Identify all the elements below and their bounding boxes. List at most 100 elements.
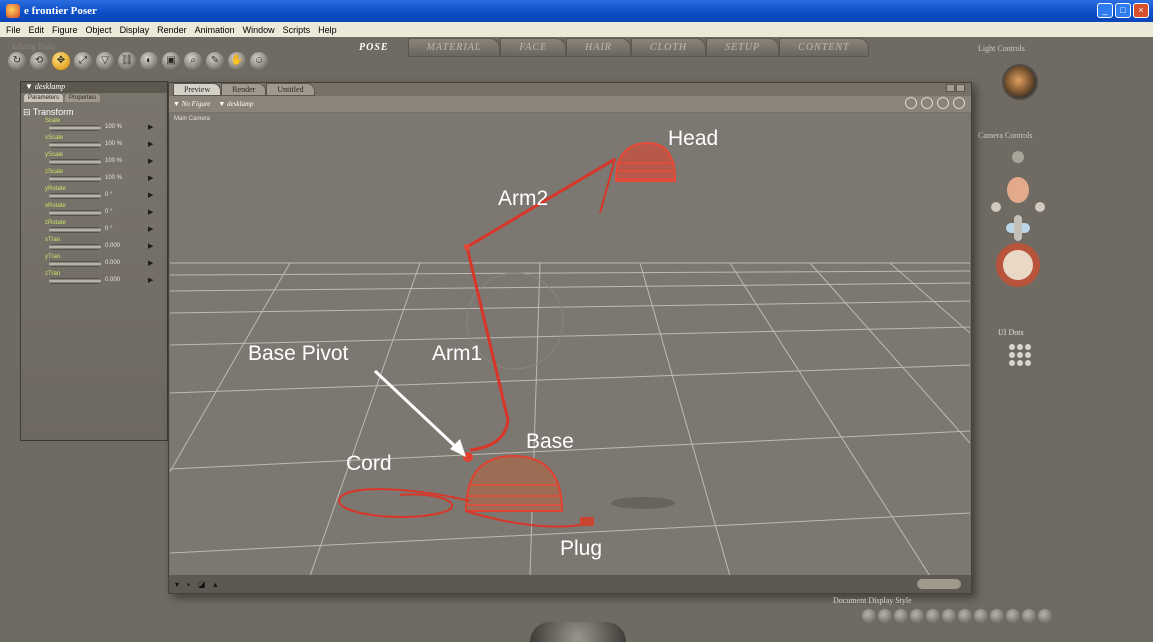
ui-dot[interactable] [1025, 360, 1031, 366]
menu-window[interactable]: Window [243, 25, 275, 35]
tab-preview[interactable]: Preview [173, 83, 222, 96]
rotate-tool-icon[interactable]: ↻ [8, 52, 26, 70]
dial-menu-arrow-icon[interactable]: ▶ [148, 208, 153, 216]
display-style-button[interactable] [1022, 609, 1036, 623]
ui-dot[interactable] [1017, 352, 1023, 358]
dial-ytran[interactable]: yTran 0.000 ▶ [45, 254, 167, 271]
render-settings-icon[interactable] [905, 97, 917, 109]
ui-dot[interactable] [1009, 360, 1015, 366]
dial-value[interactable]: 0 ° [105, 226, 112, 232]
display-style-button[interactable] [1038, 609, 1052, 623]
left-hand-camera-icon[interactable] [991, 202, 1001, 212]
tab-parameters[interactable]: Parameters [24, 94, 64, 102]
menu-help[interactable]: Help [318, 25, 337, 35]
menu-edit[interactable]: Edit [29, 25, 45, 35]
dial-xrotate[interactable]: xRotate 0 ° ▶ [45, 203, 167, 220]
dial-slider[interactable] [49, 176, 101, 182]
dial-ztran[interactable]: zTran 0.000 ▶ [45, 271, 167, 288]
camera-move-icon[interactable] [953, 97, 965, 109]
area-render-icon[interactable] [921, 97, 933, 109]
display-style-button[interactable] [926, 609, 940, 623]
menu-display[interactable]: Display [120, 25, 150, 35]
display-style-button[interactable] [862, 609, 876, 623]
ui-dot[interactable] [1017, 360, 1023, 366]
dial-slider[interactable] [49, 227, 101, 233]
dial-slider[interactable] [49, 210, 101, 216]
twist-tool-icon[interactable]: ⟲ [30, 52, 48, 70]
grouping-tool-icon[interactable]: ▣ [162, 52, 180, 70]
background-color-icon[interactable]: ▪ [187, 580, 190, 589]
camera-view-icon[interactable] [937, 97, 949, 109]
doc-close-button[interactable] [956, 84, 965, 92]
tab-untitled[interactable]: Untitled [266, 83, 315, 96]
lamp-joint[interactable] [464, 244, 470, 250]
display-style-button[interactable] [878, 609, 892, 623]
dial-yscale[interactable]: yScale 100 % ▶ [45, 152, 167, 169]
dial-xtran[interactable]: xTran 0.000 ▶ [45, 237, 167, 254]
color-tool-icon[interactable]: ◐ [140, 52, 158, 70]
dial-menu-arrow-icon[interactable]: ▶ [148, 123, 153, 131]
camera-controls-gizmo[interactable] [988, 145, 1048, 295]
light-control-dial[interactable] [1002, 64, 1038, 100]
dial-slider[interactable] [49, 193, 101, 199]
display-style-menu-icon[interactable]: ▾ [175, 580, 179, 589]
dial-slider[interactable] [49, 125, 101, 131]
display-style-button[interactable] [990, 609, 1004, 623]
dial-value[interactable]: 100 % [105, 158, 122, 164]
menu-figure[interactable]: Figure [52, 25, 78, 35]
dial-menu-arrow-icon[interactable]: ▶ [148, 140, 153, 148]
dial-menu-arrow-icon[interactable]: ▶ [148, 174, 153, 182]
lamp-plug[interactable] [580, 517, 594, 526]
view-magnifier-tool-icon[interactable]: ⌕ [184, 52, 202, 70]
dial-menu-arrow-icon[interactable]: ▶ [148, 276, 153, 284]
dial-zscale[interactable]: zScale 100 % ▶ [45, 169, 167, 186]
ui-dot[interactable] [1009, 344, 1015, 350]
dial-slider[interactable] [49, 142, 101, 148]
face-camera-icon[interactable] [1007, 177, 1029, 203]
tab-content[interactable]: CONTENT [779, 38, 869, 57]
dial-yrotate[interactable]: yRotate 0 ° ▶ [45, 186, 167, 203]
dial-value[interactable]: 100 % [105, 175, 122, 181]
tab-properties[interactable]: Properties [65, 94, 101, 102]
dial-value[interactable]: 0 ° [105, 192, 112, 198]
display-style-button[interactable] [942, 609, 956, 623]
dial-menu-arrow-icon[interactable]: ▶ [148, 259, 153, 267]
maximize-button[interactable]: □ [1115, 3, 1131, 18]
ui-dot[interactable] [1017, 344, 1023, 350]
lamp-base[interactable] [464, 454, 564, 512]
dial-slider[interactable] [49, 278, 101, 284]
layout-menu-icon[interactable]: ▴ [213, 580, 217, 589]
figure-tool-icon[interactable]: ☺ [250, 52, 268, 70]
minimize-button[interactable]: _ [1097, 3, 1113, 18]
dial-value[interactable]: 100 % [105, 141, 122, 147]
tab-render[interactable]: Render [221, 83, 267, 96]
menu-scripts[interactable]: Scripts [283, 25, 311, 35]
dial-value[interactable]: 0.000 [105, 260, 120, 266]
actor-select-menu[interactable]: ▼ desklamp [218, 100, 253, 108]
tab-setup[interactable]: SETUP [706, 38, 780, 57]
dial-menu-arrow-icon[interactable]: ▶ [148, 157, 153, 165]
dial-menu-arrow-icon[interactable]: ▶ [148, 225, 153, 233]
tab-face[interactable]: FACE [500, 38, 567, 57]
display-style-button[interactable] [974, 609, 988, 623]
shadow-toggle-icon[interactable]: ◪ [198, 580, 206, 589]
animation-controls-handle[interactable] [530, 622, 626, 642]
translate-tool-icon[interactable]: ✥ [52, 52, 70, 70]
menu-animation[interactable]: Animation [195, 25, 235, 35]
taper-tool-icon[interactable]: ▽ [96, 52, 114, 70]
dial-menu-arrow-icon[interactable]: ▶ [148, 242, 153, 250]
dial-scale[interactable]: Scale 100 % ▶ [45, 118, 167, 135]
move-xy-icon[interactable] [1014, 215, 1022, 241]
lamp-head[interactable] [614, 141, 677, 182]
chain-break-tool-icon[interactable]: ⛓ [118, 52, 136, 70]
dial-value[interactable]: 0.000 [105, 243, 120, 249]
display-style-button[interactable] [958, 609, 972, 623]
dial-zrotate[interactable]: zRotate 0 ° ▶ [45, 220, 167, 237]
doc-minimize-button[interactable] [946, 84, 955, 92]
dial-slider[interactable] [49, 159, 101, 165]
camera-select-icon[interactable] [1012, 151, 1024, 163]
scale-tool-icon[interactable]: ⤢ [74, 52, 92, 70]
tab-pose[interactable]: POSE [340, 38, 408, 57]
viewport-layout-dots[interactable] [917, 579, 961, 589]
display-style-button[interactable] [910, 609, 924, 623]
